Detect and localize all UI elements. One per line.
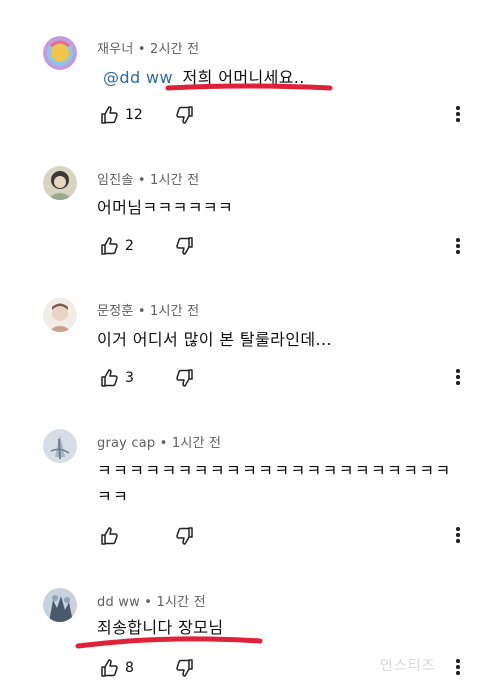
comment-time: 1시간 전 [171, 436, 222, 451]
comment-meta: dd ww • 1시간 전 [97, 591, 206, 610]
more-vert-icon[interactable] [448, 657, 468, 677]
comment-text: 이거 어디서 많이 본 탈룰라인데... [97, 326, 332, 350]
avatar[interactable] [43, 588, 77, 622]
avatar[interactable] [43, 166, 77, 200]
comment-author[interactable]: 문정훈 [97, 304, 133, 319]
comment-time: 1시간 전 [150, 173, 200, 188]
comment-author[interactable]: 재우너 [97, 42, 133, 57]
meta-separator: • [137, 304, 146, 319]
comment-body: 죄송합니다 장모님 [97, 618, 224, 637]
thumb-up-icon[interactable] [99, 658, 119, 678]
comment-author[interactable]: dd ww [97, 595, 140, 610]
comment-body: 이거 어디서 많이 본 탈룰라인데... [97, 330, 332, 349]
more-vert-icon[interactable] [448, 367, 468, 387]
like-count: 3 [125, 370, 134, 386]
thumb-down-icon[interactable] [175, 105, 195, 125]
comment-time: 1시간 전 [156, 595, 206, 610]
avatar[interactable] [43, 429, 77, 463]
comment-body: 저희 어머니세요.. [182, 68, 305, 87]
thumb-up-icon[interactable] [99, 368, 119, 388]
comment-body: 어머님ㅋㅋㅋㅋㅋㅋ [97, 198, 234, 217]
thumb-down-icon[interactable] [175, 526, 195, 546]
like-count: 12 [125, 107, 143, 123]
meta-separator: • [137, 42, 146, 57]
more-vert-icon[interactable] [448, 525, 468, 545]
comment-author[interactable]: 임진솔 [97, 173, 133, 188]
comment-text: ㅋㅋㅋㅋㅋㅋㅋㅋㅋㅋㅋㅋㅋㅋㅋㅋㅋㅋㅋㅋㅋㅋ [97, 457, 452, 481]
comment-meta: 문정훈 • 1시간 전 [97, 300, 199, 319]
thumb-down-icon[interactable] [175, 236, 195, 256]
comment-text: 어머님ㅋㅋㅋㅋㅋㅋ [97, 194, 233, 218]
meta-separator: • [137, 173, 146, 188]
thumb-down-icon[interactable] [175, 368, 195, 388]
comment-text: 죄송합니다 장모님 [97, 614, 223, 638]
comment-time: 2시간 전 [150, 42, 200, 57]
comment-text: @dd ww 저희 어머니세요.. [103, 64, 305, 88]
watermark: 인스티즈 [380, 658, 436, 674]
avatar[interactable] [43, 36, 77, 70]
thumb-up-icon[interactable] [99, 236, 119, 256]
like-count: 2 [125, 238, 134, 254]
comment-time: 1시간 전 [150, 304, 200, 319]
comment-body-continued: ㅋㅋ [97, 487, 130, 506]
comment-meta: 재우너 • 2시간 전 [97, 38, 199, 57]
avatar[interactable] [43, 298, 77, 332]
thumb-up-icon[interactable] [99, 526, 119, 546]
more-vert-icon[interactable] [448, 236, 468, 256]
comment-text-line2: ㅋㅋ [97, 483, 129, 507]
comment-meta: gray cap • 1시간 전 [97, 432, 221, 451]
comment-body: ㅋㅋㅋㅋㅋㅋㅋㅋㅋㅋㅋㅋㅋㅋㅋㅋㅋㅋㅋㅋㅋㅋ [97, 461, 452, 480]
like-count: 8 [125, 660, 134, 676]
more-vert-icon[interactable] [448, 104, 468, 124]
meta-separator: • [159, 436, 168, 451]
thumb-down-icon[interactable] [175, 658, 195, 678]
meta-separator: • [144, 595, 153, 610]
mention-link[interactable]: @dd ww [103, 68, 173, 87]
thumb-up-icon[interactable] [99, 105, 119, 125]
comment-author[interactable]: gray cap [97, 436, 155, 451]
comment-meta: 임진솔 • 1시간 전 [97, 169, 199, 188]
